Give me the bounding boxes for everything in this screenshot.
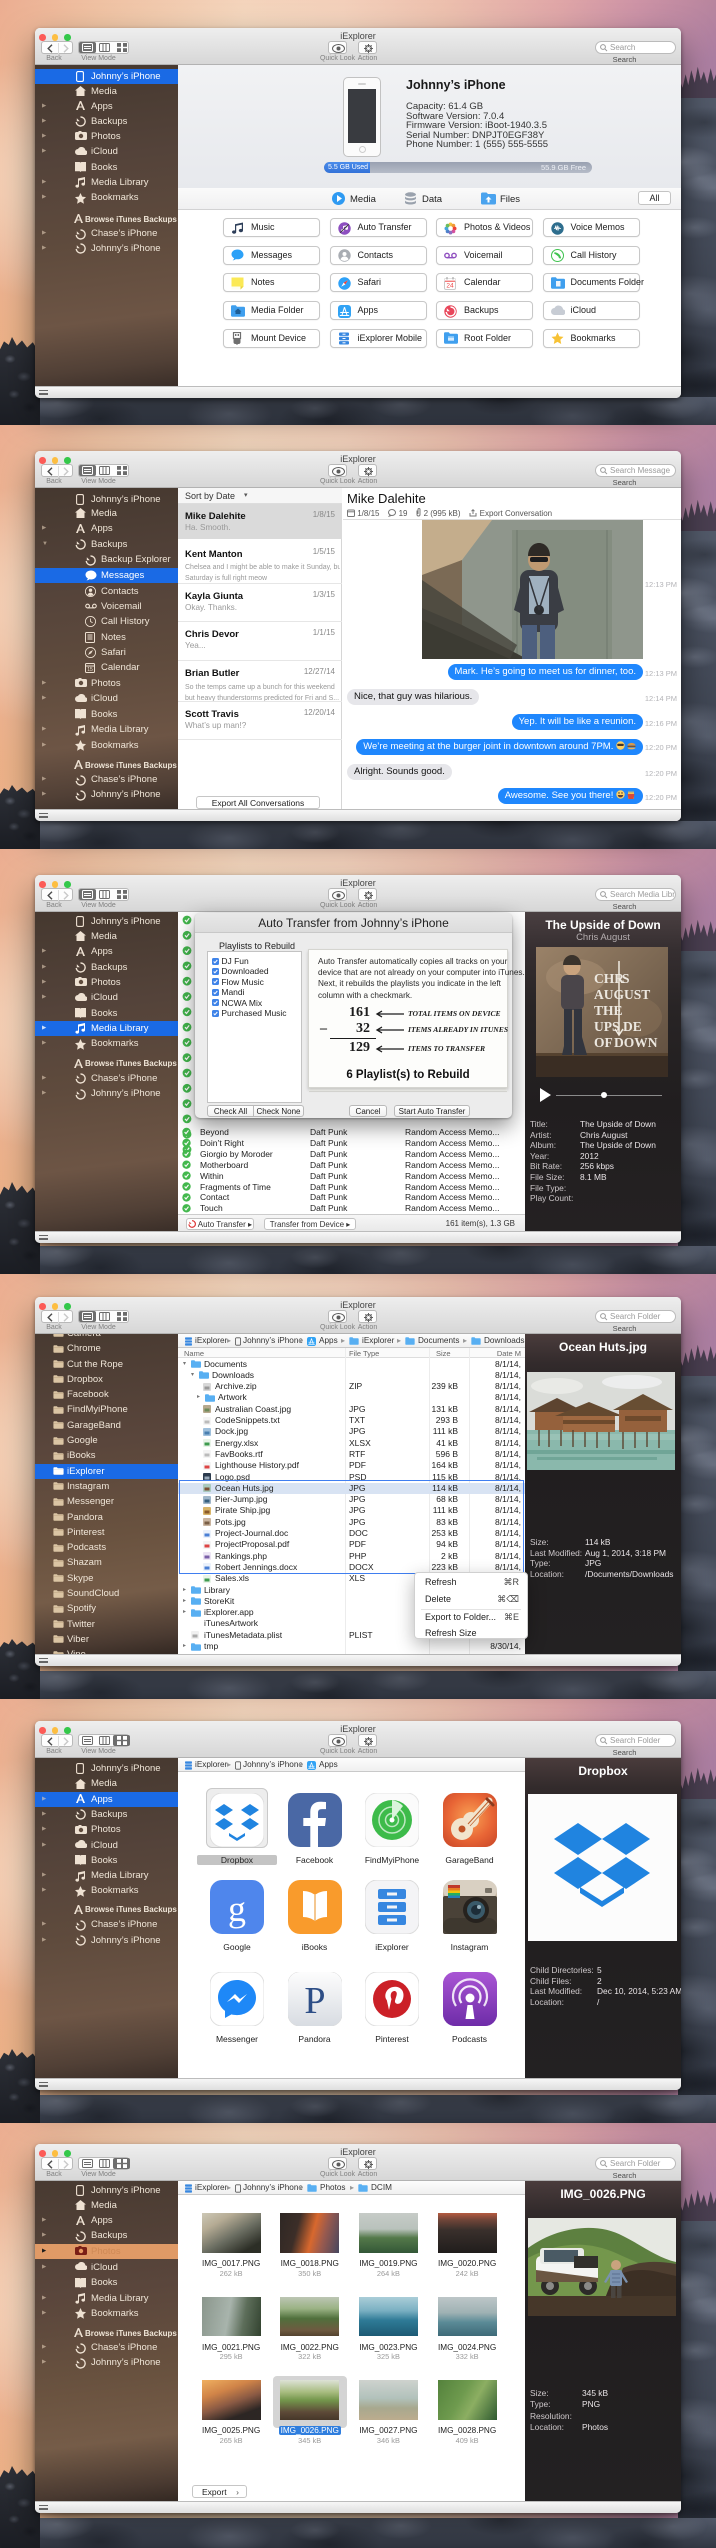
svg-text:UPS: UPS [594, 1019, 620, 1034]
svg-text:P: P [304, 1980, 325, 2022]
svg-text:DE: DE [623, 1019, 642, 1034]
svg-text:OF: OF [594, 1035, 613, 1050]
svg-text:S: S [622, 971, 630, 986]
svg-text:AUGUST: AUGUST [594, 987, 650, 1002]
svg-text:THE: THE [594, 1003, 623, 1018]
svg-text:g: g [228, 1889, 246, 1929]
svg-text:24: 24 [446, 282, 454, 289]
svg-text:DOWN: DOWN [614, 1035, 658, 1050]
svg-text:15: 15 [87, 667, 93, 673]
